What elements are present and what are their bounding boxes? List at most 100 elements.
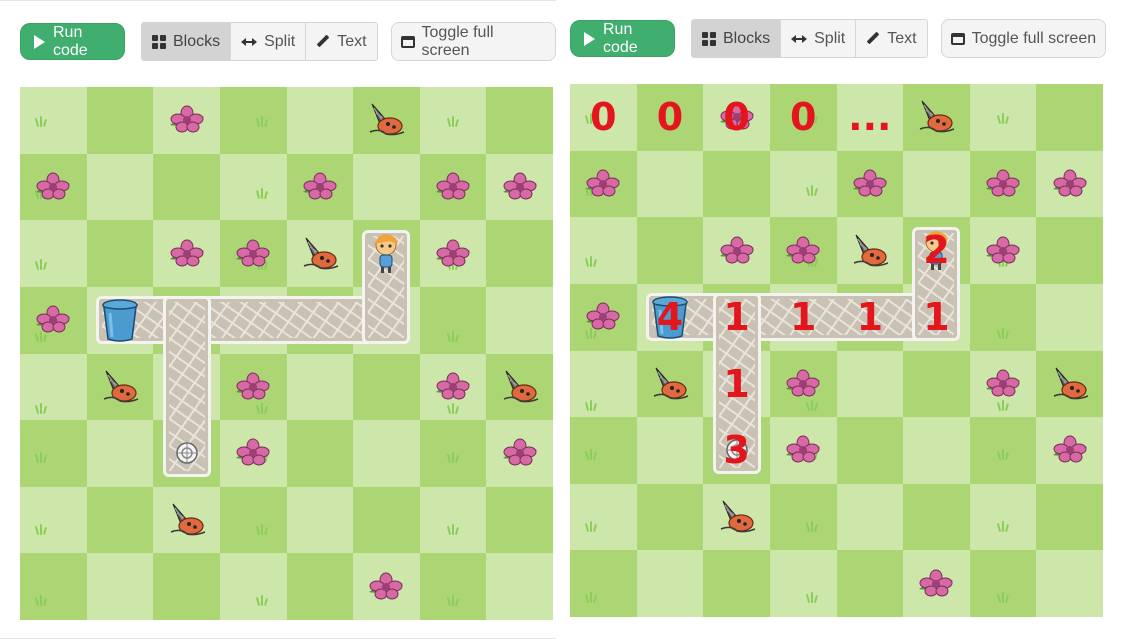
grass-tuft [34, 595, 48, 607]
drill-robot-icon [300, 236, 340, 272]
grass-tuft [996, 399, 1010, 411]
board-cell [1036, 217, 1104, 285]
split-arrows-icon [791, 34, 808, 44]
grass-tuft [446, 595, 460, 607]
step-count-annotation: 0 [590, 95, 617, 139]
view-mode-toggle: Blocks Split Text [140, 22, 378, 61]
grass-tuft [584, 256, 598, 268]
flower-icon [984, 169, 1022, 199]
step-count-annotation: 1 [923, 294, 950, 339]
board-cell [286, 420, 354, 488]
board-cell [219, 153, 287, 221]
board-cell [419, 87, 487, 154]
flower-icon [34, 305, 72, 335]
flower-icon [1051, 169, 1089, 199]
toggle-fullscreen-button[interactable]: Toggle full screen [940, 19, 1107, 58]
flower-icon [984, 369, 1022, 399]
board-cell [20, 420, 87, 488]
text-label: Text [887, 29, 917, 47]
board-cell [419, 420, 487, 488]
grass-tuft [255, 116, 269, 128]
grass-tuft [996, 520, 1010, 532]
grass-tuft [34, 452, 48, 464]
split-tab[interactable]: Split [231, 23, 307, 60]
run-code-button[interactable]: Run code [20, 23, 125, 60]
board-cell [286, 486, 354, 554]
flower-icon [584, 302, 622, 332]
board-cell [20, 220, 87, 288]
grass-tuft [34, 116, 48, 128]
board-cell [353, 420, 421, 488]
flower-icon [851, 169, 889, 199]
grass-tuft [996, 327, 1010, 339]
board-cell [836, 417, 904, 485]
split-arrows-icon [241, 37, 258, 47]
trash-can-icon [100, 297, 140, 343]
board-cell [1036, 84, 1104, 151]
step-count-annotation: 4 [656, 294, 684, 339]
right-panel: Run code Blocks Split Text Toggle full s… [556, 0, 1126, 639]
board-cell [570, 417, 637, 485]
board-cell [570, 350, 637, 418]
step-count-annotation: 3 [723, 428, 750, 473]
game-board-annotated: 0 0 0 0... 2 4 1 1 1 1 1 3 [570, 84, 1104, 618]
window-icon [400, 35, 415, 48]
board-cell [20, 553, 87, 621]
text-tab[interactable]: Text [306, 23, 377, 60]
grass-tuft [34, 523, 48, 535]
board-cell [636, 217, 704, 285]
flower-icon [584, 169, 622, 199]
board-cell [703, 550, 771, 618]
step-count-annotation: 0 [789, 95, 817, 139]
board-cell [86, 420, 154, 488]
grass-tuft [805, 184, 819, 196]
board-cell [636, 417, 704, 485]
grass-tuft [584, 592, 598, 604]
board-cell [703, 150, 771, 218]
run-code-button[interactable]: Run code [570, 20, 675, 57]
grass-tuft [996, 449, 1010, 461]
drill-robot-icon [650, 366, 690, 402]
toolbar: Run code Blocks Split Text Toggle full s… [20, 22, 556, 61]
board-cell [20, 87, 87, 154]
flower-icon [234, 372, 272, 402]
board-cell [836, 483, 904, 551]
board-cell [153, 153, 221, 221]
blocks-tab[interactable]: Blocks [692, 20, 782, 57]
step-count-annotation: 1 [723, 361, 750, 406]
text-tab[interactable]: Text [856, 20, 927, 57]
split-tab[interactable]: Split [781, 20, 857, 57]
grass-tuft [446, 116, 460, 128]
flower-icon [784, 236, 822, 266]
game-board [20, 87, 554, 621]
board-cell [353, 353, 421, 421]
window-icon [950, 32, 965, 45]
board-cell [1036, 550, 1104, 618]
board-cell [903, 417, 971, 485]
step-count-annotation: 1 [856, 294, 884, 339]
drill-robot-icon [1050, 366, 1090, 402]
board-cell [219, 486, 287, 554]
grass-tuft [805, 592, 819, 604]
flower-icon [718, 236, 756, 266]
toggle-fullscreen-button[interactable]: Toggle full screen [390, 22, 556, 61]
board-cell [86, 87, 154, 154]
board-cell [769, 483, 837, 551]
blocks-tab[interactable]: Blocks [141, 23, 232, 60]
grass-tuft [34, 259, 48, 271]
grass-tuft [255, 595, 269, 607]
board-cell [903, 350, 971, 418]
board-cell [969, 84, 1037, 151]
flower-icon [168, 239, 206, 269]
flower-icon [917, 569, 955, 599]
pencil-icon [866, 31, 880, 44]
grass-tuft [584, 520, 598, 532]
board-cell [419, 286, 487, 354]
board-cell [286, 87, 354, 154]
grass-tuft [446, 402, 460, 414]
run-code-label: Run code [603, 20, 638, 56]
step-count-annotation: 0 [656, 95, 684, 139]
board-cell [286, 553, 354, 621]
grass-tuft [255, 523, 269, 535]
board-cell [86, 153, 154, 221]
